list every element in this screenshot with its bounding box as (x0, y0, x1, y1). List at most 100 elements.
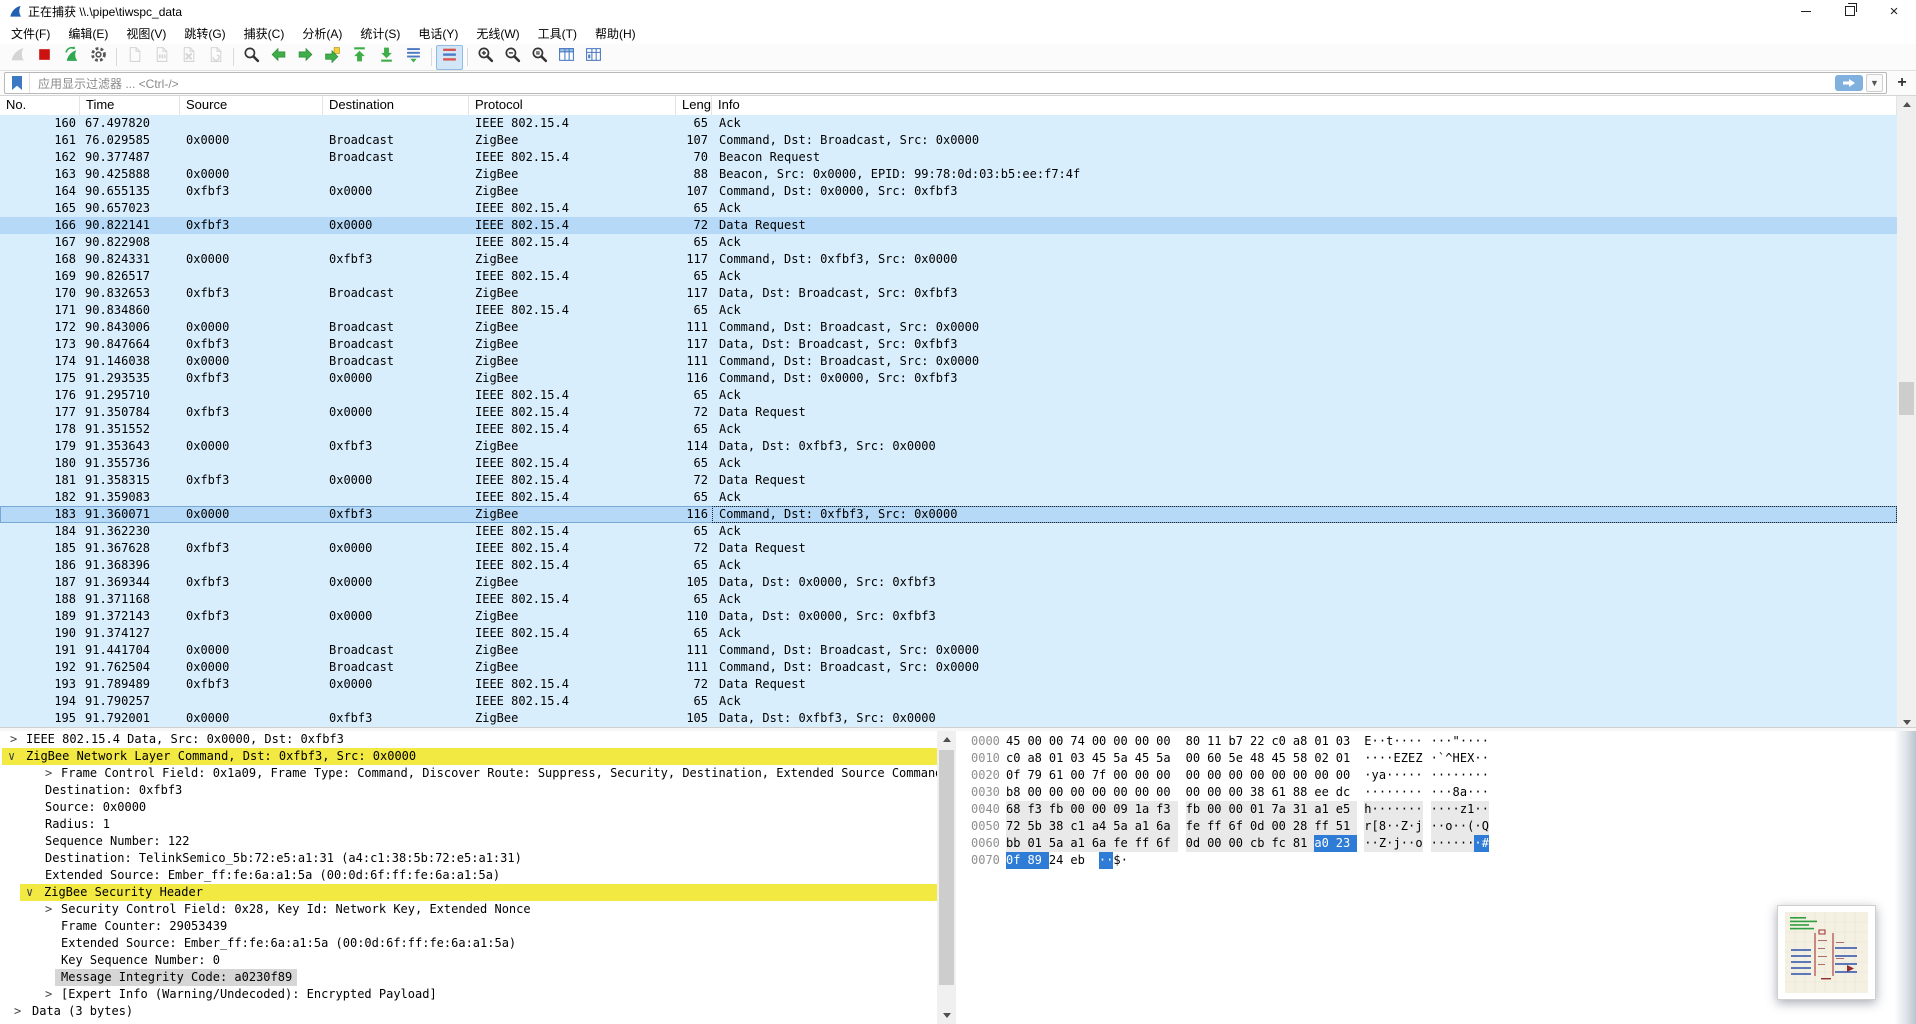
detail-line[interactable]: Radius: 1 (0, 816, 937, 833)
packet-row[interactable]: 18191.3583150xfbf30x0000IEEE 802.15.472D… (0, 472, 1897, 489)
scroll-thumb[interactable] (939, 750, 954, 985)
menu-file[interactable]: 文件(F) (2, 22, 59, 45)
detail-line[interactable]: Destination: TelinkSemico_5b:72:e5:a1:31… (0, 850, 937, 867)
expand-arrow-icon[interactable]: > (45, 765, 52, 782)
filter-add-button[interactable]: + (1892, 73, 1912, 93)
packet-row[interactable]: 16590.657023IEEE 802.15.465Ack (0, 200, 1897, 217)
collapse-arrow-icon[interactable]: ∨ (26, 884, 33, 901)
column-header-info[interactable]: Info (712, 96, 1897, 115)
packet-row[interactable]: 16790.822908IEEE 802.15.465Ack (0, 234, 1897, 251)
column-header-dst[interactable]: Destination (323, 96, 469, 115)
packet-row[interactable]: 19091.374127IEEE 802.15.465Ack (0, 625, 1897, 642)
hex-row[interactable]: 004068f3fb0000091af3fb0000017a31a1e5h···… (966, 801, 1895, 818)
go-first-button[interactable] (346, 45, 373, 70)
hex-row[interactable]: 0010c0a80103455a455a00605e4845580201····… (966, 750, 1895, 767)
detail-line[interactable]: Sequence Number: 122 (0, 833, 937, 850)
packet-row[interactable]: 17190.834860IEEE 802.15.465Ack (0, 302, 1897, 319)
go-next-button[interactable] (292, 45, 319, 70)
column-layout-button[interactable] (580, 45, 607, 70)
packet-row[interactable]: 17691.295710IEEE 802.15.465Ack (0, 387, 1897, 404)
detail-line[interactable]: ∨ZigBee Network Layer Command, Dst: 0xfb… (0, 748, 937, 765)
detail-line[interactable]: Message Integrity Code: a0230f89 (0, 969, 937, 986)
packet-row[interactable]: 17791.3507840xfbf30x0000IEEE 802.15.472D… (0, 404, 1897, 421)
packet-row[interactable]: 17591.2935350xfbf30x0000ZigBee116Command… (0, 370, 1897, 387)
collapse-arrow-icon[interactable]: ∨ (8, 748, 15, 765)
detail-line[interactable]: >Frame Control Field: 0x1a09, Frame Type… (0, 765, 937, 782)
packet-row[interactable]: 18891.371168IEEE 802.15.465Ack (0, 591, 1897, 608)
packet-row[interactable]: 16290.377487BroadcastIEEE 802.15.470Beac… (0, 149, 1897, 166)
restore-button[interactable] (1828, 0, 1872, 22)
packet-row[interactable]: 16690.8221410xfbf30x0000IEEE 802.15.472D… (0, 217, 1897, 234)
detail-line[interactable]: Extended Source: Ember_ff:fe:6a:a1:5a (0… (0, 935, 937, 952)
resize-columns-button[interactable] (553, 45, 580, 70)
packet-row[interactable]: 17290.8430060x0000BroadcastZigBee111Comm… (0, 319, 1897, 336)
packet-row[interactable]: 18591.3676280xfbf30x0000IEEE 802.15.472D… (0, 540, 1897, 557)
detail-line[interactable]: >Data (3 bytes) (0, 1003, 937, 1020)
hex-row[interactable]: 0030b800000000000000000000386188eedc····… (966, 784, 1895, 801)
detail-line[interactable]: >IEEE 802.15.4 Data, Src: 0x0000, Dst: 0… (0, 731, 937, 748)
menu-tools[interactable]: 工具(T) (529, 22, 586, 45)
expand-arrow-icon[interactable]: > (45, 901, 52, 918)
capture-stop-button[interactable] (31, 45, 58, 70)
expand-arrow-icon[interactable]: > (10, 731, 17, 748)
find-packet-button[interactable] (238, 45, 265, 70)
scroll-down-button[interactable] (937, 1007, 956, 1024)
packet-row[interactable]: 16067.497820IEEE 802.15.465Ack (0, 115, 1897, 132)
column-header-len[interactable]: Lengt (676, 96, 712, 115)
display-filter-input[interactable]: 应用显示过滤器 ... <Ctrl-/> ▼ (4, 72, 1887, 94)
column-header-proto[interactable]: Protocol (469, 96, 676, 115)
packet-row[interactable]: 19291.7625040x0000BroadcastZigBee111Comm… (0, 659, 1897, 676)
packet-row[interactable]: 16890.8243310x00000xfbf3ZigBee117Command… (0, 251, 1897, 268)
details-hex-splitter[interactable] (956, 731, 966, 1024)
packet-row[interactable]: 19191.4417040x0000BroadcastZigBee111Comm… (0, 642, 1897, 659)
menu-analyze[interactable]: 分析(A) (293, 22, 351, 45)
packet-row[interactable]: 16990.826517IEEE 802.15.465Ack (0, 268, 1897, 285)
packet-row[interactable]: 18391.3600710x00000xfbf3ZigBee116Command… (0, 506, 1897, 523)
detail-line[interactable]: >Security Control Field: 0x28, Key Id: N… (0, 901, 937, 918)
go-previous-button[interactable] (265, 45, 292, 70)
menu-go[interactable]: 跳转(G) (175, 22, 234, 45)
colorize-button[interactable] (436, 45, 463, 70)
packet-row[interactable]: 16390.4258880x0000ZigBee88Beacon, Src: 0… (0, 166, 1897, 183)
scroll-thumb[interactable] (1899, 382, 1914, 415)
capture-restart-button[interactable] (58, 45, 85, 70)
detail-line[interactable]: >[Expert Info (Warning/Undecoded): Encry… (0, 986, 937, 1003)
packet-row[interactable]: 17090.8326530xfbf3BroadcastZigBee117Data… (0, 285, 1897, 302)
menu-help[interactable]: 帮助(H) (586, 22, 645, 45)
detail-line[interactable]: Destination: 0xfbf3 (0, 782, 937, 799)
column-header-time[interactable]: Time (80, 96, 180, 115)
minimize-button[interactable] (1784, 0, 1828, 22)
hex-row[interactable]: 00700f8924eb··$· (966, 852, 1895, 869)
detail-line[interactable]: Source: 0x0000 (0, 799, 937, 816)
packet-row[interactable]: 17390.8476640xfbf3BroadcastZigBee117Data… (0, 336, 1897, 353)
zoom-reset-button[interactable] (526, 45, 553, 70)
auto-scroll-button[interactable] (400, 45, 427, 70)
packet-row[interactable]: 16176.0295850x0000BroadcastZigBee107Comm… (0, 132, 1897, 149)
expand-arrow-icon[interactable]: > (14, 1003, 21, 1020)
scroll-up-button[interactable] (937, 731, 956, 748)
hex-row[interactable]: 0060bb015aa16afeff6f0d0000cbfc81a023··Z·… (966, 835, 1895, 852)
hex-row[interactable]: 00200f7961007f0000000000000000000000·ya·… (966, 767, 1895, 784)
packet-row[interactable]: 19591.7920010x00000xfbf3ZigBee105Data, D… (0, 710, 1897, 727)
hex-row[interactable]: 0050725b38c1a45aa16afeff6f0d0028ff51r[8·… (966, 818, 1895, 835)
details-scrollbar[interactable] (937, 731, 956, 1024)
packet-row[interactable]: 16490.6551350xfbf30x0000ZigBee107Command… (0, 183, 1897, 200)
column-header-no[interactable]: No. (0, 96, 80, 115)
packet-row[interactable]: 18791.3693440xfbf30x0000ZigBee105Data, D… (0, 574, 1897, 591)
close-button[interactable]: × (1872, 0, 1916, 22)
menu-edit[interactable]: 编辑(E) (59, 22, 117, 45)
packet-row[interactable]: 19391.7894890xfbf30x0000IEEE 802.15.472D… (0, 676, 1897, 693)
packet-row[interactable]: 17491.1460380x0000BroadcastZigBee111Comm… (0, 353, 1897, 370)
filter-history-dropdown[interactable]: ▼ (1866, 74, 1883, 92)
detail-line[interactable]: Frame Counter: 29053439 (0, 918, 937, 935)
filter-bookmark-button[interactable] (5, 73, 30, 93)
filter-apply-button[interactable] (1835, 75, 1863, 91)
menu-telephony[interactable]: 电话(Y) (409, 22, 467, 45)
zoom-out-button[interactable] (499, 45, 526, 70)
packet-row[interactable]: 18491.362230IEEE 802.15.465Ack (0, 523, 1897, 540)
scroll-up-button[interactable] (1897, 96, 1916, 113)
packet-row[interactable]: 19491.790257IEEE 802.15.465Ack (0, 693, 1897, 710)
detail-line[interactable]: ∨ZigBee Security Header (0, 884, 937, 901)
menu-view[interactable]: 视图(V) (117, 22, 175, 45)
packet-row[interactable]: 17891.351552IEEE 802.15.465Ack (0, 421, 1897, 438)
